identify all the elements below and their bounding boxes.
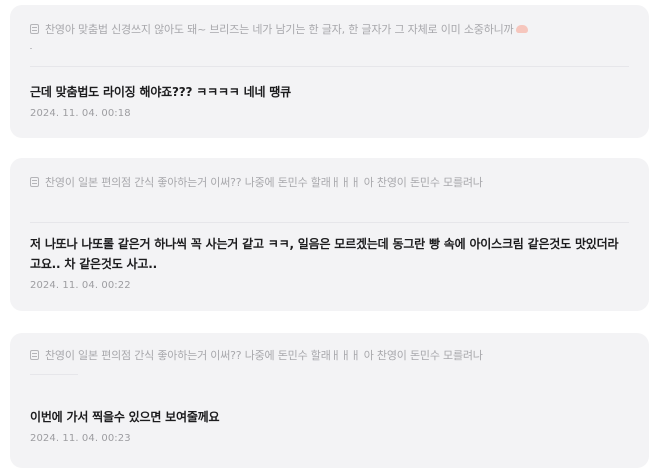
divider: [30, 66, 629, 67]
comment-card[interactable]: 찬영아 맞춤법 신경쓰지 않아도 돼~ 브리즈는 네가 남기는 한 글자, 한 …: [10, 5, 649, 138]
comment-card[interactable]: 찬영이 일본 편의점 간식 좋아하는거 이써?? 나중에 돈민수 할래ㅐㅐㅐ 아…: [10, 158, 649, 311]
comment-timestamp: 2024. 11. 04. 00:23: [30, 433, 131, 444]
comment-message: 근데 맞춤법도 라이징 해야죠??? ㅋㅋㅋㅋ 네네 땡큐: [30, 85, 291, 99]
quote-text: 찬영아 맞춤법 신경쓰지 않아도 돼~ 브리즈는 네가 남기는 한 글자, 한 …: [45, 23, 514, 36]
comment-message: 저 나또나 나또롤 같은거 하나씩 꼭 사는거 같고 ㅋㅋ, 일음은 모르겠는데…: [30, 237, 619, 271]
quoted-reply[interactable]: 찬영아 맞춤법 신경쓰지 않아도 돼~ 브리즈는 네가 남기는 한 글자, 한 …: [30, 21, 629, 37]
divider: [30, 222, 629, 223]
quote-icon: [30, 24, 39, 34]
comment-timestamp: 2024. 11. 04. 00:22: [30, 280, 131, 291]
quote-icon: [30, 177, 39, 187]
emoji-icon: [516, 25, 529, 33]
quoted-reply[interactable]: 찬영이 일본 편의점 간식 좋아하는거 이써?? 나중에 돈민수 할래ㅐㅐㅐ 아…: [30, 347, 629, 363]
quote-text: 찬영이 일본 편의점 간식 좋아하는거 이써?? 나중에 돈민수 할래ㅐㅐㅐ 아…: [45, 176, 483, 189]
comment-timestamp: 2024. 11. 04. 00:18: [30, 108, 131, 119]
quoted-reply[interactable]: 찬영이 일본 편의점 간식 좋아하는거 이써?? 나중에 돈민수 할래ㅐㅐㅐ 아…: [30, 174, 629, 190]
quote-icon: [30, 350, 39, 360]
divider: [30, 374, 78, 375]
quote-marker: [30, 48, 32, 49]
comment-card[interactable]: 찬영이 일본 편의점 간식 좋아하는거 이써?? 나중에 돈민수 할래ㅐㅐㅐ 아…: [10, 333, 649, 468]
comment-message: 이번에 가서 찍을수 있으면 보여줄께요: [30, 410, 220, 424]
quote-text: 찬영이 일본 편의점 간식 좋아하는거 이써?? 나중에 돈민수 할래ㅐㅐㅐ 아…: [45, 349, 483, 362]
